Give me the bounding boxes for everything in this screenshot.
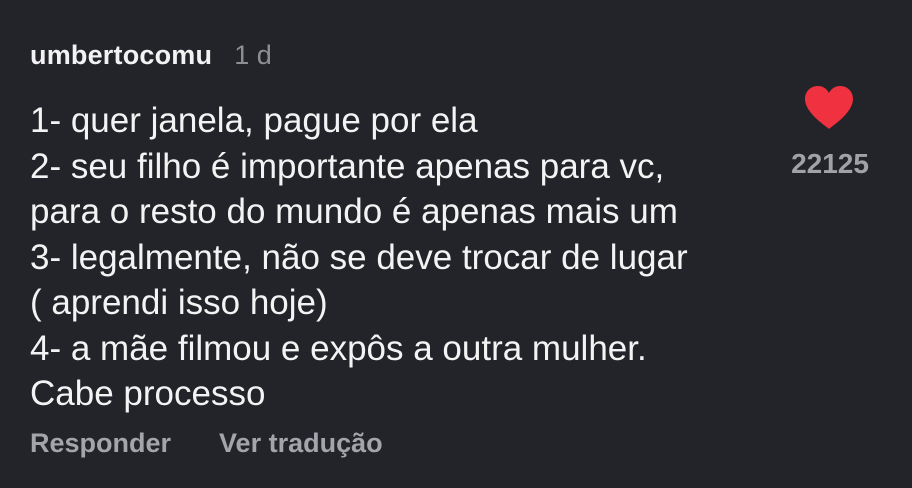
comment-header: umbertocomu 1 d bbox=[30, 40, 272, 78]
comment-text-line: para o resto do mundo é apenas mais um bbox=[30, 192, 678, 231]
heart-icon[interactable] bbox=[805, 86, 853, 130]
comment-actions: Responder Ver tradução bbox=[30, 423, 383, 463]
comment: umbertocomu 1 d 1- quer janela, pague po… bbox=[0, 0, 912, 488]
comment-text-line: Cabe processo bbox=[30, 374, 266, 413]
comment-text-line: 4- a mãe filmou e expôs a outra mulher. bbox=[30, 328, 647, 368]
username[interactable]: umbertocomu bbox=[30, 40, 212, 71]
comment-text-line: ( aprendi isso hoje) bbox=[30, 283, 328, 322]
comment-text-line: 2- seu filho é importante apenas para vc… bbox=[30, 146, 665, 186]
comment-text-line: 3- legalmente, não se deve trocar de lug… bbox=[30, 237, 688, 277]
comment-text: 1- quer janela, pague por ela 2- seu fil… bbox=[30, 98, 770, 417]
like-button[interactable]: 22125 bbox=[770, 82, 890, 192]
comment-age: 1 d bbox=[234, 40, 272, 70]
reply-button[interactable]: Responder bbox=[30, 428, 171, 459]
like-count: 22125 bbox=[791, 148, 869, 179]
comment-text-line: 1- quer janela, pague por ela bbox=[30, 101, 478, 140]
translate-button[interactable]: Ver tradução bbox=[219, 428, 383, 459]
